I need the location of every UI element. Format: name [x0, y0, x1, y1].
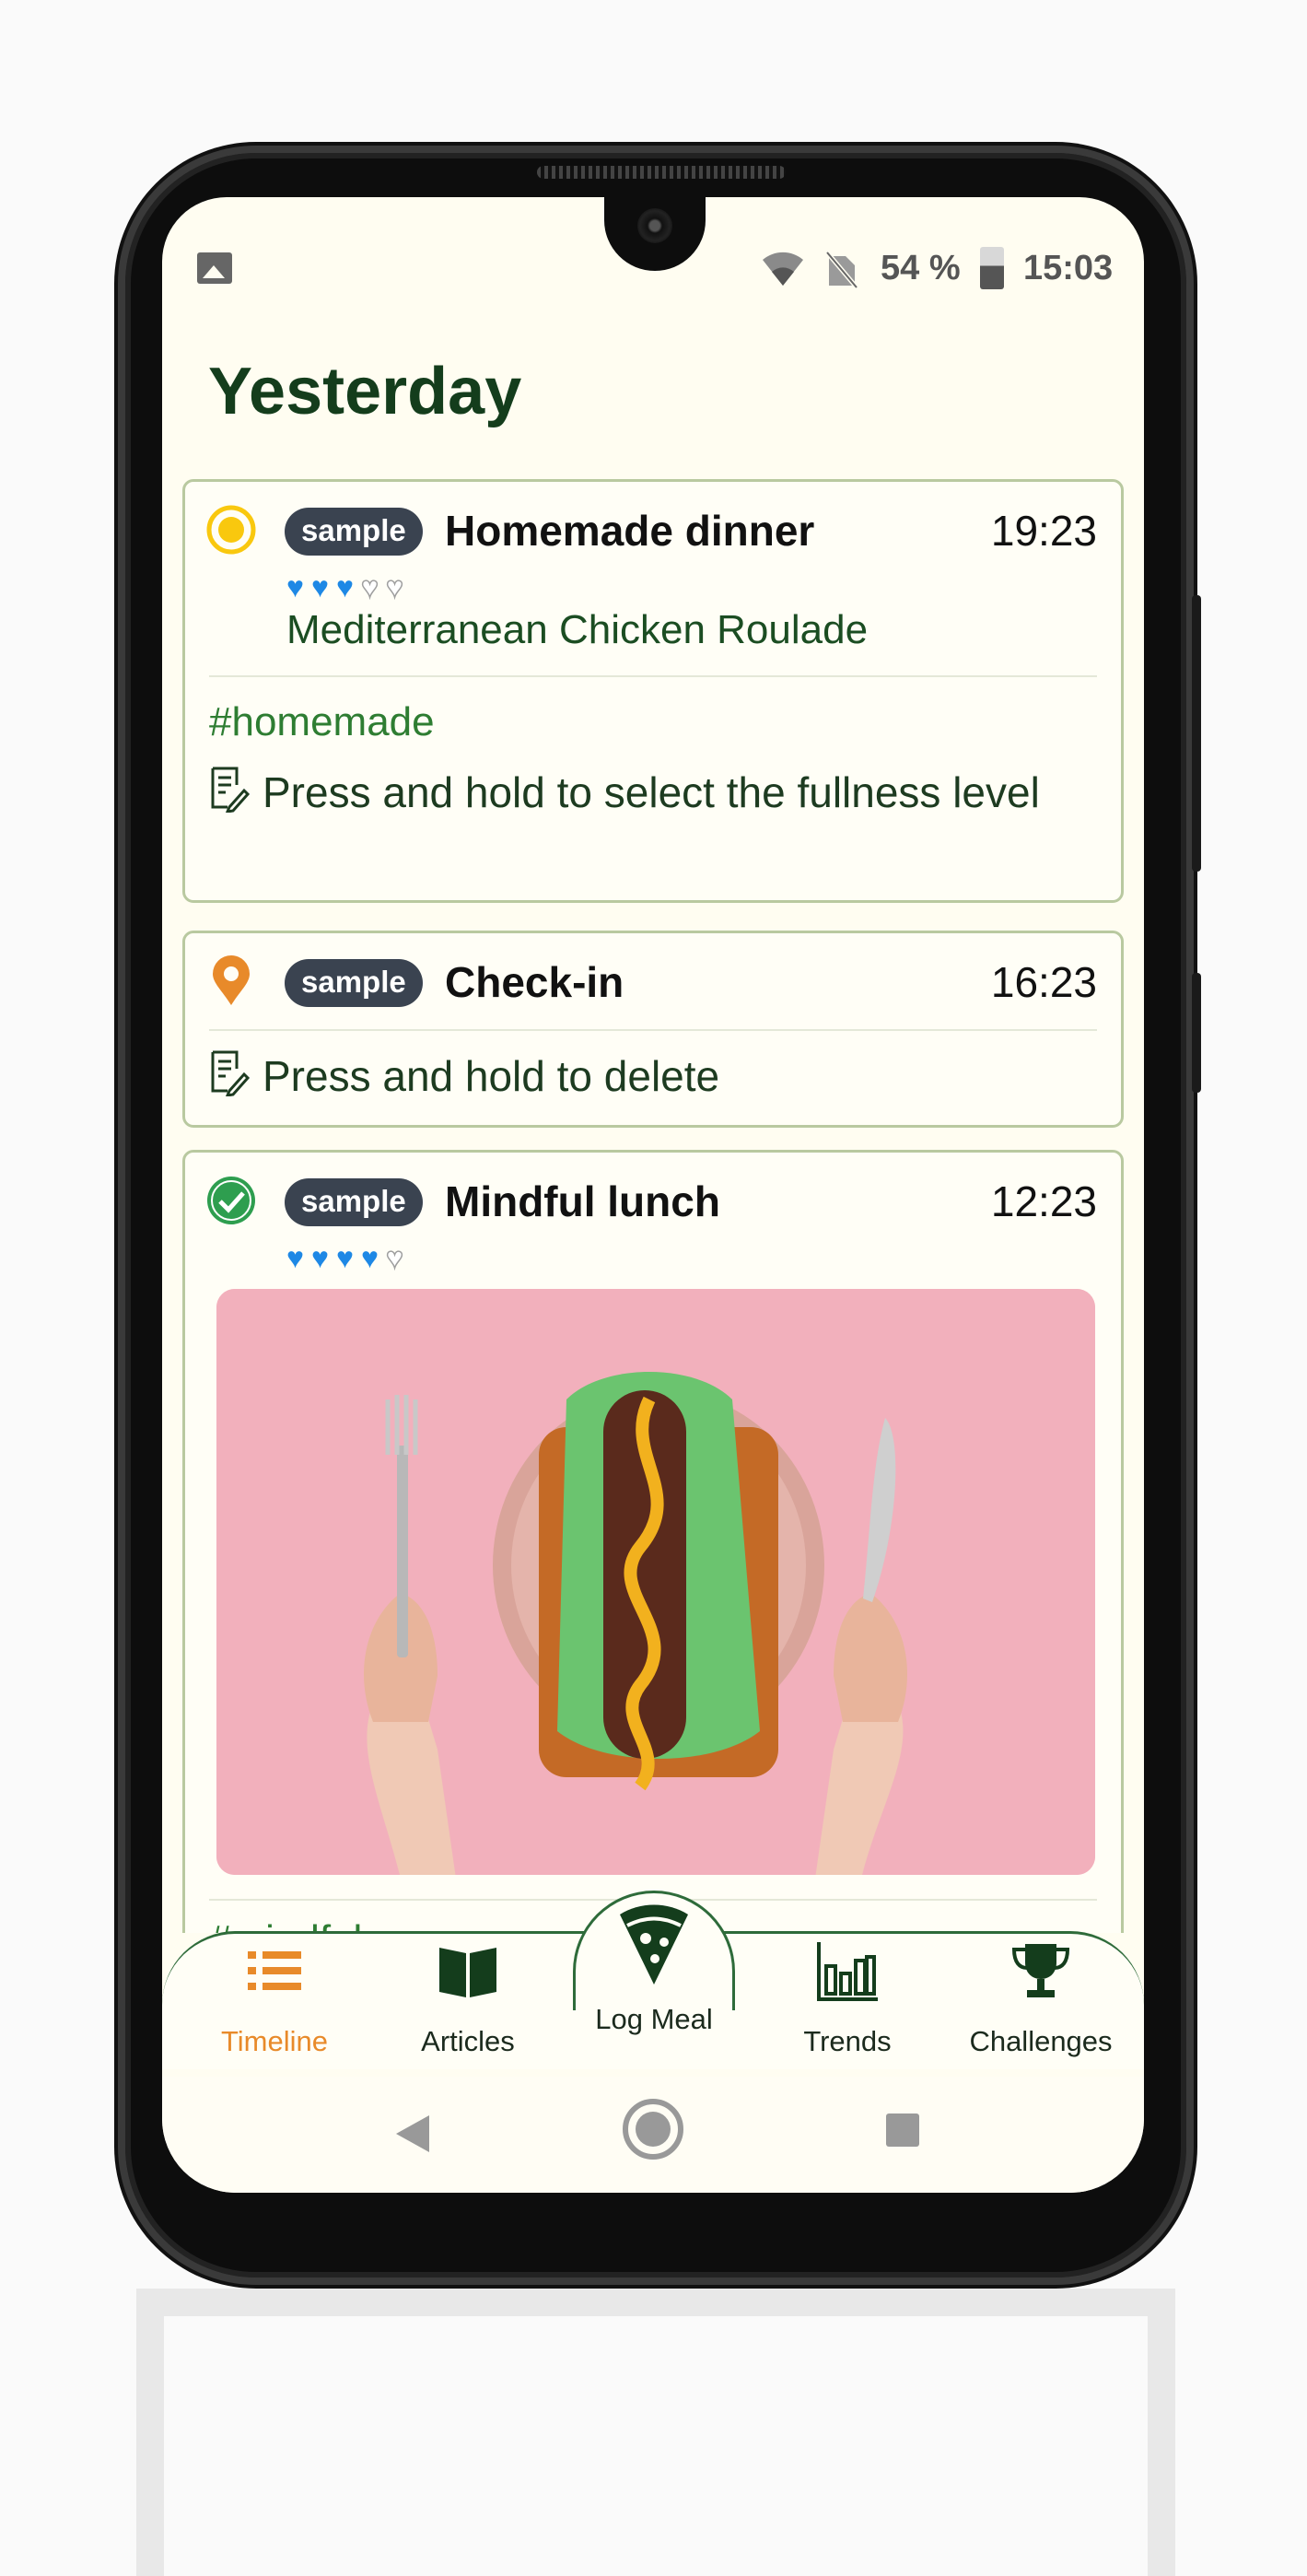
- volume-button: [1192, 595, 1201, 872]
- entry-time: 16:23: [990, 958, 1097, 1006]
- note-edit-icon: [211, 767, 250, 813]
- heart-filled-icon: ♥: [311, 570, 329, 603]
- nav-item-timeline[interactable]: Timeline: [182, 1938, 367, 2058]
- sample-badge: sample: [285, 959, 423, 1007]
- bar-chart-icon: [817, 1942, 878, 2001]
- home-icon[interactable]: [623, 2099, 683, 2160]
- divider: [209, 1029, 1097, 1031]
- phone-reflection: [136, 2289, 1175, 2576]
- fullness-rating[interactable]: ♥ ♥ ♥ ♥ ♥: [286, 1241, 404, 1274]
- checkmark-status-icon: [207, 1177, 255, 1224]
- entry-note: Press and hold to delete: [209, 1048, 1084, 1105]
- battery-percent: 54 %: [881, 249, 961, 287]
- entry-title: Check-in: [445, 958, 624, 1006]
- pizza-slice-icon: [620, 1904, 688, 1985]
- nav-item-articles[interactable]: Articles: [376, 1938, 560, 2058]
- entry-title: Homemade dinner: [445, 507, 815, 555]
- wifi-icon: [763, 252, 803, 286]
- list-icon: [248, 1951, 301, 1990]
- timeline-feed[interactable]: sample Homemade dinner 19:23 ♥ ♥ ♥ ♥ ♥ M…: [182, 479, 1124, 1933]
- heart-filled-icon: ♥: [311, 1241, 329, 1274]
- image-notification-icon: [197, 252, 232, 284]
- battery-icon: [980, 247, 1004, 289]
- sample-badge: sample: [285, 1178, 423, 1226]
- heart-filled-icon: ♥: [286, 570, 304, 603]
- note-text: Press and hold to delete: [263, 1052, 720, 1100]
- timeline-entry-mindful-lunch[interactable]: sample Mindful lunch 12:23 ♥ ♥ ♥ ♥ ♥: [182, 1150, 1124, 1933]
- heart-filled-icon: ♥: [286, 1241, 304, 1274]
- location-pin-icon: [213, 955, 250, 1005]
- meal-name: Mediterranean Chicken Roulade: [286, 607, 869, 652]
- note-text: Press and hold to select the fullness le…: [263, 768, 1040, 816]
- timeline-entry-homemade-dinner[interactable]: sample Homemade dinner 19:23 ♥ ♥ ♥ ♥ ♥ M…: [182, 479, 1124, 903]
- entry-time: 12:23: [990, 1177, 1097, 1225]
- system-navigation-bar: [162, 2077, 1144, 2193]
- heart-empty-icon: ♥: [360, 570, 379, 603]
- entry-note: Press and hold to select the fullness le…: [209, 764, 1084, 821]
- nav-item-trends[interactable]: Trends: [755, 1938, 939, 2058]
- hotdog-plate-illustration: [216, 1289, 1095, 1875]
- status-bar: 54 % 15:03: [162, 243, 1144, 299]
- heart-filled-icon: ♥: [336, 1241, 354, 1274]
- back-icon[interactable]: [394, 2113, 431, 2154]
- trophy-icon: [1011, 1944, 1070, 1997]
- fullness-rating[interactable]: ♥ ♥ ♥ ♥ ♥: [286, 570, 404, 603]
- entry-title: Mindful lunch: [445, 1177, 720, 1225]
- heart-filled-icon: ♥: [361, 1241, 379, 1274]
- recent-apps-icon[interactable]: [886, 2113, 919, 2147]
- status-clock: 15:03: [1023, 249, 1114, 287]
- app-screen: 54 % 15:03 Yesterday sample Homemade din…: [162, 197, 1144, 2193]
- nav-label: Log Meal: [595, 2003, 713, 2035]
- power-button: [1192, 973, 1201, 1093]
- heart-empty-icon: ♥: [385, 570, 404, 603]
- entry-time: 19:23: [990, 507, 1097, 555]
- divider: [209, 675, 1097, 677]
- earpiece-speaker: [537, 166, 786, 179]
- pending-status-icon: [206, 505, 256, 555]
- heart-filled-icon: ♥: [336, 570, 354, 603]
- hashtag-link[interactable]: #homemade: [209, 699, 435, 745]
- front-camera: [637, 208, 672, 243]
- nav-label: Trends: [803, 2025, 892, 2057]
- book-icon: [439, 1948, 496, 1997]
- nav-label: Challenges: [969, 2025, 1113, 2057]
- timeline-entry-check-in[interactable]: sample Check-in 16:23 Press and hold to …: [182, 931, 1124, 1128]
- nav-item-log-meal[interactable]: Log Meal: [562, 1904, 746, 2036]
- note-edit-icon: [211, 1050, 250, 1096]
- heart-empty-icon: ♥: [385, 1241, 404, 1274]
- meal-photo[interactable]: [216, 1289, 1095, 1875]
- sample-badge: sample: [285, 508, 423, 556]
- nav-label: Timeline: [221, 2025, 328, 2057]
- nav-label: Articles: [421, 2025, 515, 2057]
- page-title: Yesterday: [208, 355, 522, 428]
- no-sim-icon: [825, 251, 858, 289]
- nav-item-challenges[interactable]: Challenges: [949, 1938, 1133, 2058]
